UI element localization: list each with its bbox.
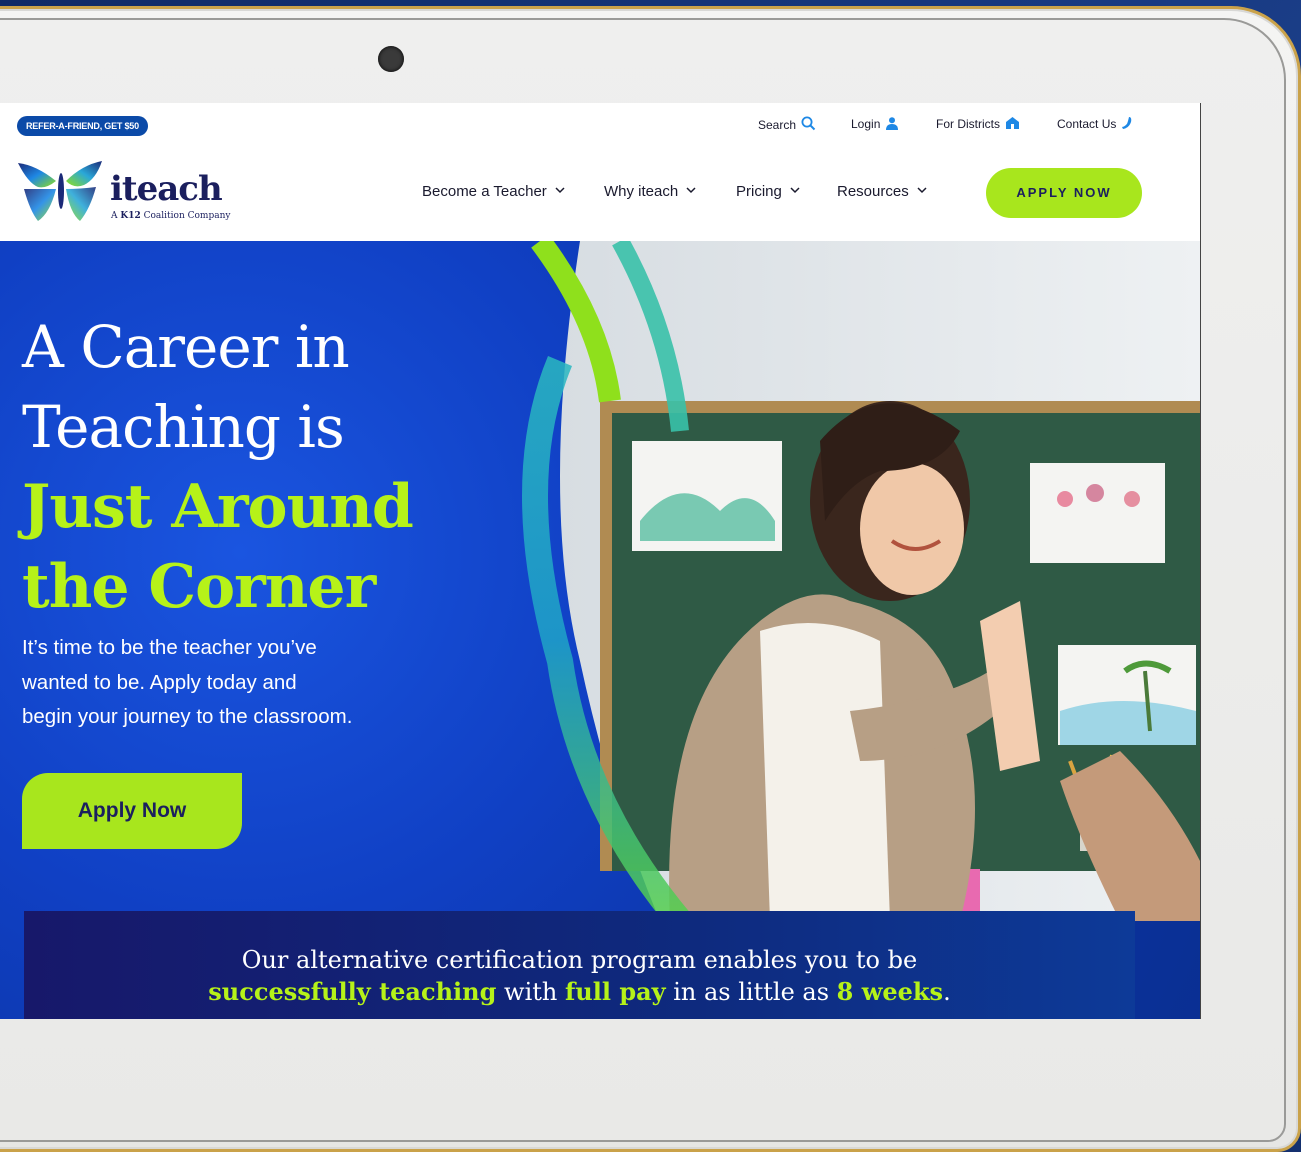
logo-tagline-suffix: Coalition Company <box>143 211 231 221</box>
nav-pricing-label: Pricing <box>736 183 782 200</box>
login-label: Login <box>851 117 881 131</box>
search-link[interactable]: Search <box>758 116 816 133</box>
hero-photo-teacher <box>522 241 1200 921</box>
nav-why-iteach[interactable]: Why iteach <box>604 183 696 200</box>
chevron-down-icon <box>686 186 696 197</box>
banner-text-little: in as little as <box>665 978 837 1006</box>
building-icon <box>1005 116 1020 132</box>
nav-become-a-teacher[interactable]: Become a Teacher <box>422 183 565 200</box>
hero-headline-line4: the Corner <box>22 552 376 622</box>
for-districts-link[interactable]: For Districts <box>936 116 1020 132</box>
banner-text: Our alternative certification program en… <box>24 945 1135 1008</box>
user-icon <box>885 116 899 132</box>
chevron-down-icon <box>917 186 927 197</box>
logo-tagline-brand: K12 <box>120 211 141 221</box>
nav-pricing[interactable]: Pricing <box>736 183 800 200</box>
chevron-down-icon <box>790 186 800 197</box>
hero-subtext-line1: It’s time to be the teacher you’ve <box>22 636 317 659</box>
chevron-down-icon <box>555 186 565 197</box>
contact-us-link[interactable]: Contact Us <box>1057 116 1133 132</box>
apply-now-hero-button[interactable]: Apply Now <box>22 773 242 849</box>
hero-headline-line3: Just Around <box>22 472 414 542</box>
banner-highlight-teaching: successfully teaching <box>208 977 497 1006</box>
login-link[interactable]: Login <box>851 116 899 132</box>
logo-tagline: A K12 Coalition Company <box>111 211 230 221</box>
hero-headline-line1: A Career in <box>22 313 350 381</box>
phone-icon <box>1121 116 1133 132</box>
nav-why-iteach-label: Why iteach <box>604 183 679 200</box>
logo-wordmark: iteach <box>110 169 223 209</box>
nav-become-a-teacher-label: Become a Teacher <box>422 183 547 200</box>
camera-dot <box>378 46 404 72</box>
hero-headline: A Career in Teaching is Just Around the … <box>22 307 482 627</box>
search-icon <box>801 116 816 133</box>
nav-resources-label: Resources <box>837 183 909 200</box>
hero-subtext-line2: wanted to be. Apply today and <box>22 670 297 694</box>
banner-line1: Our alternative certification program en… <box>241 946 918 974</box>
districts-label: For Districts <box>936 117 1000 131</box>
main-navigation: iteach A K12 Coalition Company Become a … <box>0 145 1200 241</box>
banner-text-with: with <box>496 978 565 1006</box>
search-label: Search <box>758 117 797 132</box>
banner-highlight-weeks: 8 weeks <box>836 977 944 1006</box>
hero-headline-line2: Teaching is <box>22 393 345 461</box>
butterfly-logo <box>18 161 102 221</box>
banner-line2: successfully teaching with full pay in a… <box>24 976 1135 1008</box>
hero-section: A Career in Teaching is Just Around the … <box>0 241 1200 1019</box>
banner-text-period: . <box>943 978 951 1006</box>
refer-friend-badge[interactable]: REFER-A-FRIEND, GET $50 <box>17 116 148 136</box>
nav-resources[interactable]: Resources <box>837 183 927 200</box>
browser-screen: REFER-A-FRIEND, GET $50 Search Login For… <box>0 103 1201 1019</box>
hero-subtext: It’s time to be the teacher you’ve wante… <box>22 631 442 735</box>
hero-subtext-line3: begin your journey to the classroom. <box>22 705 353 728</box>
apply-now-nav-button[interactable]: APPLY NOW <box>986 168 1142 218</box>
contact-label: Contact Us <box>1057 117 1117 131</box>
program-banner: Our alternative certification program en… <box>24 911 1135 1019</box>
logo-tagline-prefix: A <box>111 211 118 221</box>
utility-bar: REFER-A-FRIEND, GET $50 Search Login For… <box>0 103 1200 146</box>
iteach-logo[interactable]: iteach A K12 Coalition Company <box>16 159 236 225</box>
banner-highlight-pay: full pay <box>564 977 666 1006</box>
